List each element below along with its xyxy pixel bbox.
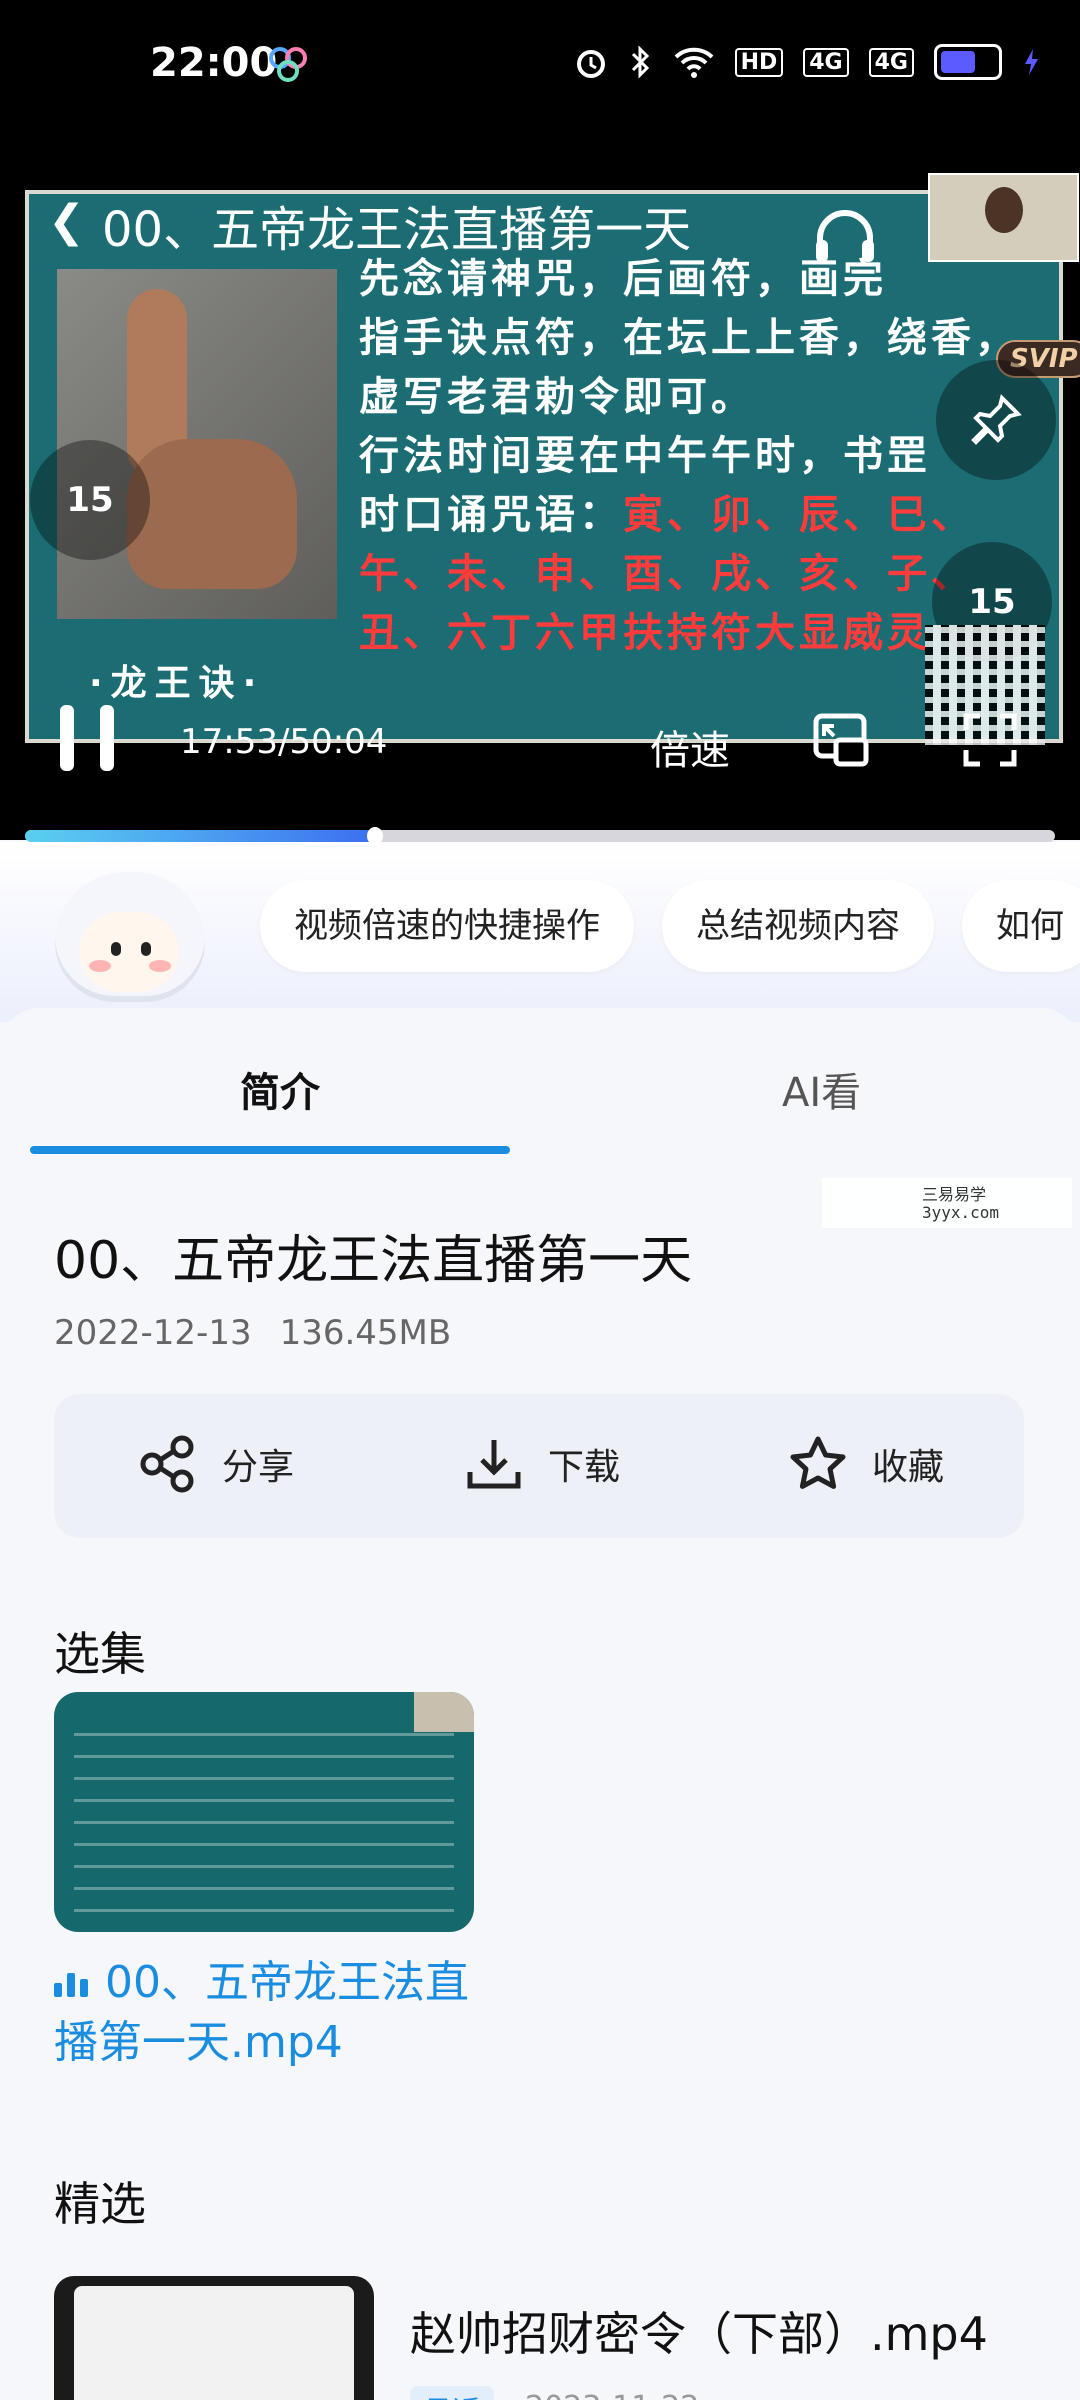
slide-caption: ·龙王诀· (89, 663, 265, 704)
forward-label: 15 (968, 582, 1016, 622)
presenter-camera (928, 173, 1079, 262)
detail-panel: 简介 AI看 三易易学 3yyx.com 00、五帝龙王法直播第一天 2022-… (0, 1008, 1080, 2400)
featured-thumbnail[interactable] (54, 2276, 374, 2400)
hd-badge: HD (734, 47, 784, 77)
headphone-icon[interactable] (812, 208, 878, 264)
slide-line: 时口诵咒语：寅、卯、辰、巳、 (359, 491, 975, 538)
file-size: 136.45MB (279, 1313, 452, 1353)
player-top-bar: ❮ 00、五帝龙王法直播第一天 SVIP ••• (0, 170, 1080, 270)
favorite-button[interactable]: 收藏 (788, 1434, 944, 1494)
episode-name[interactable]: 00、五帝龙王法直播第一天.mp4 (54, 1953, 474, 2073)
share-icon (140, 1435, 194, 1493)
watermark-line1: 三易易学 (922, 1185, 987, 1204)
favorite-label: 收藏 (872, 1447, 945, 1488)
episodes-title: 选集 (54, 1627, 146, 1681)
video-title: 00、五帝龙王法直播第一天 (102, 202, 692, 258)
picture-in-picture-icon[interactable] (812, 712, 870, 768)
download-icon (467, 1440, 521, 1489)
playback-time: 17:53/50:04 (180, 722, 388, 762)
video-player[interactable]: 先念请神咒，后画符，画完 指手诀点符，在坛上上香，绕香， 虚写老君勅令即可。 行… (0, 170, 1080, 840)
battery-icon (934, 44, 1002, 80)
slide-line: 指手诀点符，在坛上上香，绕香， (359, 314, 1019, 361)
tab-intro[interactable]: 简介 (240, 1060, 320, 1118)
wifi-icon (674, 47, 713, 78)
episode-thumbnail[interactable] (54, 1692, 474, 1932)
fullscreen-icon[interactable] (962, 712, 1018, 768)
download-label: 下载 (548, 1447, 621, 1488)
signal-4g-1: 4G (803, 47, 849, 77)
status-bar: 22:00 HD 4G 4G (0, 0, 1080, 170)
watermark: 三易易学 3yyx.com (822, 1178, 1072, 1228)
rewind-15-button[interactable]: 15 (30, 440, 150, 560)
chip-speed-shortcut[interactable]: 视频倍速的快捷操作 (260, 880, 634, 972)
share-button[interactable]: 分享 (138, 1434, 294, 1494)
tab-indicator (30, 1146, 510, 1154)
pin-button[interactable] (936, 360, 1056, 480)
clock: 22:00 (150, 40, 278, 86)
app-logo-icon (269, 47, 307, 82)
speed-button[interactable]: 倍速 (650, 718, 730, 776)
back-icon[interactable]: ❮ (48, 196, 85, 247)
tab-bar: 简介 AI看 (0, 1008, 1080, 1154)
pause-icon[interactable] (60, 705, 140, 775)
download-button[interactable]: 下载 (464, 1434, 620, 1494)
recent-badge: 最近 (410, 2386, 495, 2400)
chip-how[interactable]: 如何 (962, 880, 1080, 972)
video-frame: 先念请神咒，后画符，画完 指手诀点符，在坛上上香，绕香， 虚写老君勅令即可。 行… (25, 190, 1063, 743)
bluetooth-icon (631, 45, 649, 79)
watermark-line2: 3yyx.com (922, 1203, 1000, 1222)
alarm-icon (576, 50, 605, 78)
tab-ai-watch[interactable]: AI看 (782, 1060, 861, 1118)
featured-item-title[interactable]: 赵帅招财密令（下部）.mp4 (410, 2298, 988, 2364)
file-meta: 2022-12-13 136.45MB (54, 1313, 451, 1353)
ai-assistant-bar: 视频倍速的快捷操作 总结视频内容 如何 (0, 842, 1080, 1022)
file-title: 00、五帝龙王法直播第一天 (54, 1231, 693, 1291)
chip-summarize[interactable]: 总结视频内容 (662, 880, 934, 972)
progress-fill (25, 830, 376, 842)
featured-date: 2023-11-22 (525, 2390, 699, 2400)
share-label: 分享 (222, 1447, 295, 1488)
assistant-mascot[interactable] (45, 862, 215, 1022)
rewind-label: 15 (66, 480, 114, 520)
file-date: 2022-12-13 (54, 1313, 252, 1353)
suggestion-chips: 视频倍速的快捷操作 总结视频内容 如何 (260, 880, 1080, 972)
signal-4g-2: 4G (868, 47, 914, 77)
action-bar: 分享 下载 收藏 (54, 1394, 1024, 1538)
pin-icon (971, 394, 1022, 445)
status-icons: HD 4G 4G (573, 44, 1040, 80)
star-icon (790, 1436, 846, 1489)
charging-icon (1025, 49, 1038, 75)
playing-bars-icon (54, 1953, 93, 2013)
featured-title: 精选 (54, 2177, 146, 2231)
progress-bar[interactable] (25, 827, 1055, 845)
